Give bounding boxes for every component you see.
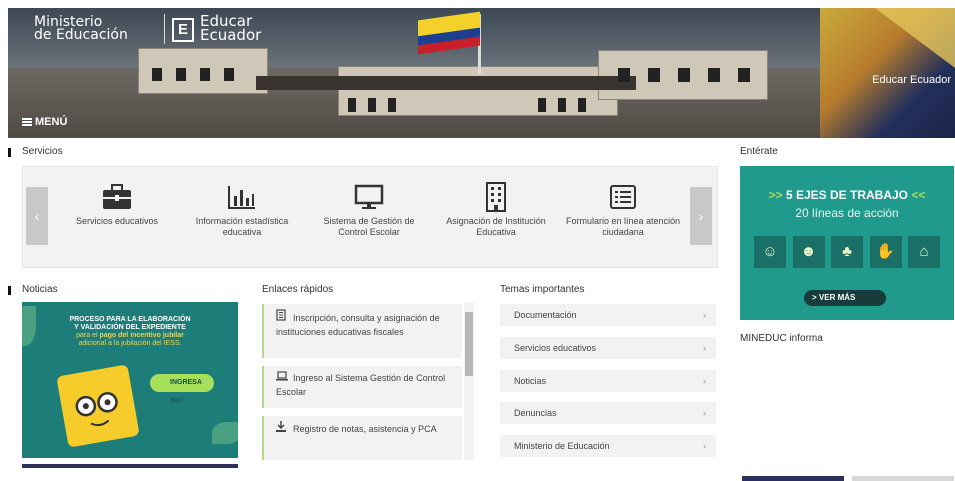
quick-link-item[interactable]: Inscripción, consulta y asignación de in… — [262, 304, 462, 358]
topic-label: Denuncias — [514, 408, 557, 418]
topic-item[interactable]: Denuncias › — [500, 402, 716, 424]
service-item[interactable]: Asignación de Institución Educativa — [436, 181, 556, 238]
bar-chart-icon — [182, 181, 302, 213]
form-icon — [563, 181, 683, 213]
menu-label: MENÚ — [35, 116, 68, 128]
quick-links-scroll-thumb[interactable] — [465, 312, 473, 376]
header-side-panel — [820, 8, 955, 138]
download-icon — [276, 421, 287, 436]
topic-label: Servicios educativos — [514, 343, 597, 353]
service-item[interactable]: Formulario en línea atención ciudadana — [563, 181, 683, 238]
hamburger-icon — [22, 118, 32, 126]
arrow-right-icon: > — [812, 293, 817, 302]
service-item[interactable]: Servicios educativos — [57, 181, 177, 227]
section-marker — [8, 148, 11, 157]
ingresa-button[interactable]: INGRESA aquí — [150, 374, 214, 404]
banner-subtitle: 20 líneas de acción — [795, 206, 899, 220]
news-title: Noticias — [22, 284, 58, 295]
service-item[interactable]: Sistema de Gestión de Control Escolar — [309, 181, 429, 238]
plant-icon: ♣ — [831, 236, 863, 268]
topic-label: Documentación — [514, 310, 577, 320]
enterate-title: Entérate — [740, 146, 778, 157]
chevron-right-icon: › — [703, 310, 706, 320]
brand-line2: Ecuador — [200, 26, 262, 44]
school-icon: ⌂ — [908, 236, 940, 268]
mineduc-tab-active[interactable] — [742, 476, 844, 481]
carousel-prev-button[interactable]: ‹ — [26, 187, 48, 245]
topic-item[interactable]: Noticias › — [500, 370, 716, 392]
quick-links-list: Inscripción, consulta y asignación de in… — [262, 302, 474, 460]
banner-title: >> 5 EJES DE TRABAJO << — [768, 188, 926, 202]
quick-link-item[interactable]: Registro de notas, asistencia y PCA — [262, 416, 462, 460]
topic-label: Ministerio de Educación — [514, 441, 610, 451]
chevron-right-icon: › — [703, 408, 706, 418]
topic-item[interactable]: Ministerio de Educación › — [500, 435, 716, 457]
service-label: Asignación de Institución Educativa — [446, 216, 546, 237]
service-label: Servicios educativos — [75, 216, 159, 226]
educar-logo-icon[interactable]: E — [172, 18, 194, 42]
logo-divider — [164, 14, 165, 44]
topic-item[interactable]: Documentación › — [500, 304, 716, 326]
mineduc-tab[interactable] — [852, 476, 954, 481]
monitor-icon — [309, 181, 429, 213]
topic-label: Noticias — [514, 376, 547, 386]
quick-link-label: Inscripción, consulta y asignación de in… — [276, 313, 440, 337]
enterate-banner[interactable]: >> 5 EJES DE TRABAJO << 20 líneas de acc… — [740, 166, 954, 320]
group-icon: ☻ — [792, 236, 825, 268]
carousel-next-button[interactable]: › — [690, 187, 712, 245]
chevron-right-icon: › — [703, 343, 706, 353]
document-icon — [276, 309, 287, 325]
quick-links-title: Enlaces rápidos — [262, 284, 334, 295]
ver-mas-label: VER MÁS — [818, 293, 856, 302]
service-item[interactable]: Información estadística educativa — [182, 181, 302, 238]
topic-item[interactable]: Servicios educativos › — [500, 337, 716, 359]
folder-mascot-icon — [56, 364, 140, 448]
news-poster-text: PROCESO PARA LA ELABORACIÓN Y VALIDACIÓN… — [69, 316, 191, 347]
briefcase-icon — [57, 181, 177, 213]
chevron-right-icon: › — [703, 441, 706, 451]
services-title: Servicios — [22, 146, 63, 157]
ver-mas-button[interactable]: > VER MÁS — [804, 290, 886, 306]
ministry-line2: de Educación — [34, 27, 128, 43]
news-slider-indicator[interactable] — [22, 464, 238, 468]
quick-link-label: Ingreso al Sistema Gestión de Control Es… — [276, 373, 446, 397]
people-icon: ☺ — [754, 236, 786, 268]
quick-link-label: Registro de notas, asistencia y PCA — [293, 424, 437, 434]
ministry-logo[interactable]: Ministerio de Educación — [34, 15, 128, 43]
service-label: Formulario en línea atención ciudadana — [565, 216, 681, 237]
laptop-icon — [276, 371, 288, 385]
building-icon — [436, 181, 556, 213]
service-label: Sistema de Gestión de Control Escolar — [323, 216, 415, 237]
educar-ecuador-logo[interactable]: Educar Ecuador — [200, 14, 262, 44]
banner-icons: ☺ ☻ ♣ ✋ ⌂ — [754, 236, 940, 268]
header-banner — [8, 8, 955, 138]
mineduc-informa-title: MINEDUC informa — [740, 333, 823, 344]
hand-icon: ✋ — [869, 236, 902, 268]
roof — [256, 76, 636, 90]
educar-ecuador-side-link[interactable]: Educar Ecuador — [872, 74, 951, 86]
service-label: Información estadística educativa — [195, 216, 289, 237]
chevron-right-icon: › — [703, 376, 706, 386]
quick-link-item[interactable]: Ingreso al Sistema Gestión de Control Es… — [262, 366, 462, 408]
topics-title: Temas importantes — [500, 284, 585, 295]
section-marker — [8, 286, 11, 295]
news-featured-image[interactable]: PROCESO PARA LA ELABORACIÓN Y VALIDACIÓN… — [22, 302, 238, 458]
menu-button[interactable]: MENÚ — [22, 116, 67, 128]
